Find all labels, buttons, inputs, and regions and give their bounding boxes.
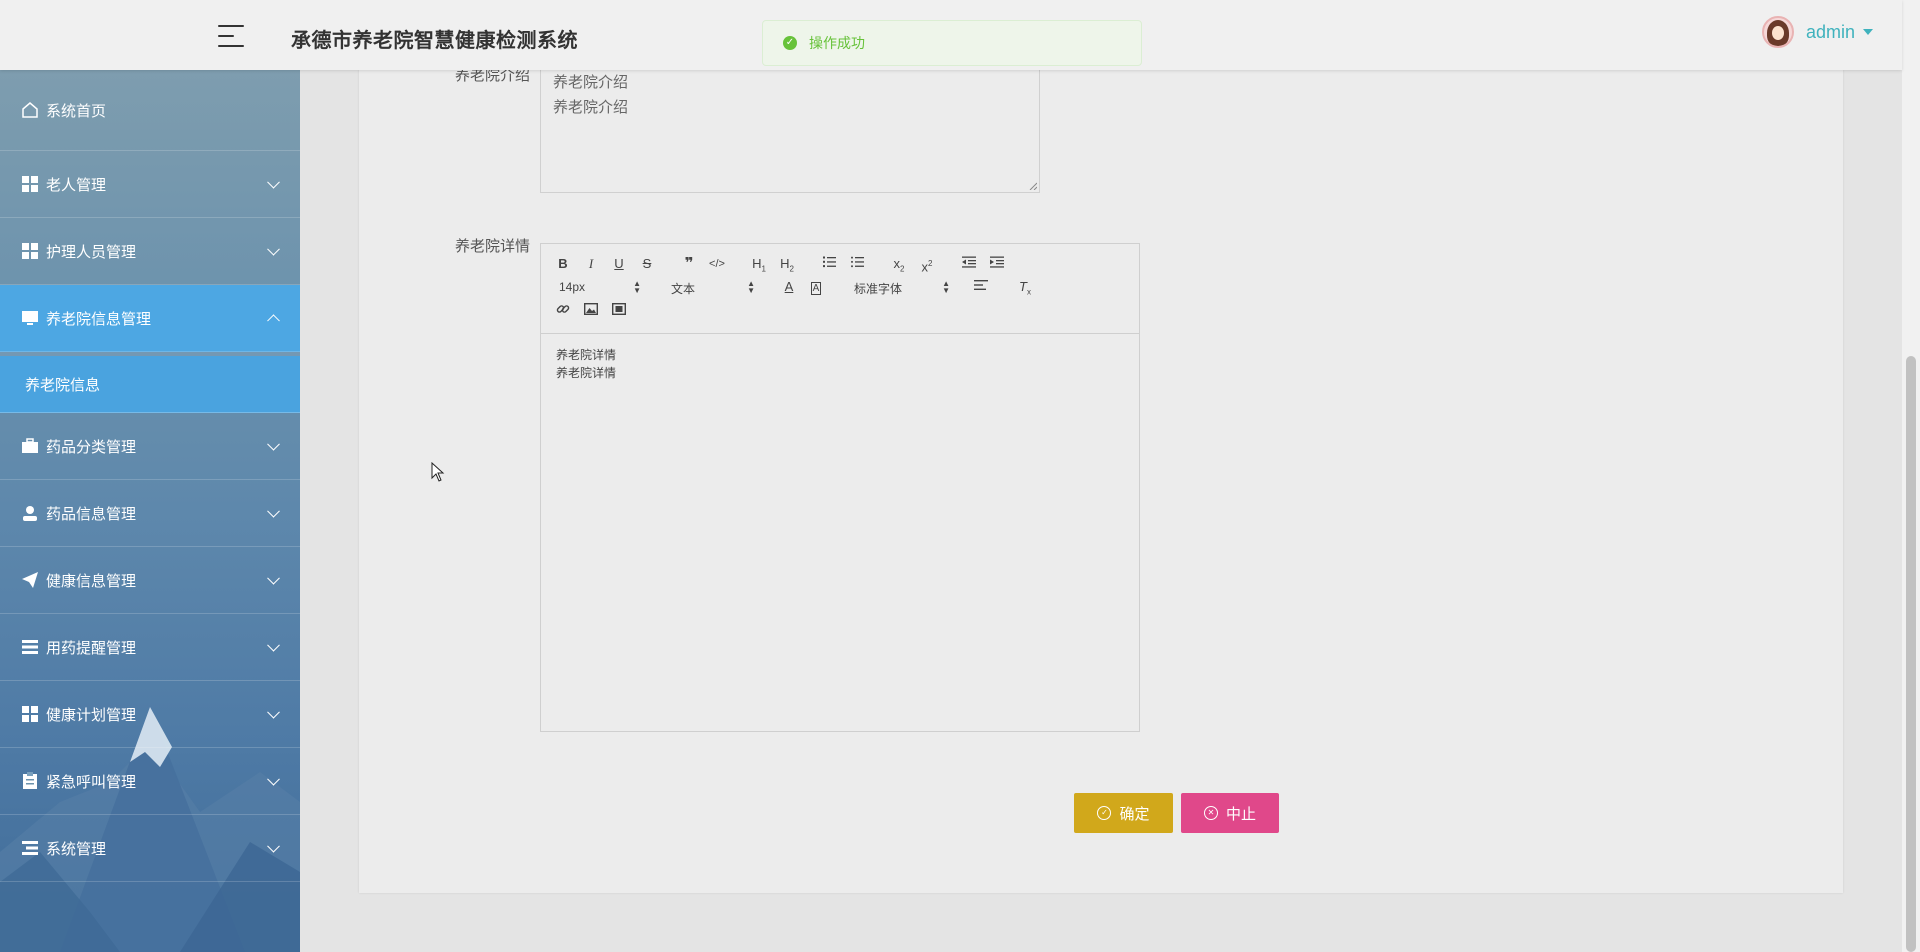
chevron-down-icon (267, 705, 280, 719)
rich-text-editor: B I U S ❞ </> H1 H2 x2 x2 14px ▲ ▼ 文本 ▲ ▼ … (540, 243, 1140, 732)
grid-icon (20, 704, 40, 724)
intro-textarea[interactable] (540, 65, 1040, 193)
chevron-down-icon (267, 437, 280, 451)
resize-grip-icon[interactable] (1029, 182, 1037, 190)
user-icon (20, 503, 40, 523)
cancel-label: 中止 (1225, 805, 1256, 823)
font-size-value: 14px (559, 280, 586, 294)
heading2-icon[interactable]: H2 (777, 255, 797, 274)
confirm-label: 确定 (1119, 805, 1150, 823)
link-icon[interactable] (553, 302, 573, 320)
hamburger-menu-icon[interactable] (218, 24, 246, 48)
editor-content[interactable]: 养老院详情 养老院详情 (541, 334, 1139, 394)
sidebar-subitem-nursing-home-info[interactable]: 养老院信息 (0, 356, 300, 413)
briefcase-icon (20, 436, 40, 456)
bold-icon[interactable]: B (553, 255, 573, 273)
sidebar-item-nursing-staff[interactable]: 护理人员管理 (0, 218, 300, 285)
detail-label: 养老院详情 (454, 238, 530, 255)
font-family-value: 标准字体 (854, 282, 903, 296)
indent-icon[interactable] (987, 255, 1007, 273)
underline-icon[interactable]: U (609, 255, 629, 273)
chevron-down-icon (267, 571, 280, 585)
strikethrough-icon[interactable]: S (637, 255, 657, 273)
italic-icon[interactable]: I (581, 255, 601, 273)
check-circle-icon: ✓ (783, 36, 797, 50)
sidebar-nav: 系统首页 老人管理 护理人员管理 养老院信息管理 养老院信息 药品分类管理 药品… (0, 70, 300, 882)
outdent-icon[interactable] (959, 255, 979, 273)
sidebar-item-label: 养老院信息管理 (46, 310, 152, 328)
grid-icon (20, 241, 40, 261)
check-circle-icon: ✓ (1097, 806, 1112, 820)
chevron-down-icon (267, 638, 280, 652)
grid-icon (20, 174, 40, 194)
close-circle-icon: ✕ (1203, 806, 1218, 820)
sidebar-item-label: 系统首页 (46, 102, 107, 120)
sidebar-item-medication-reminder[interactable]: 用药提醒管理 (0, 614, 300, 681)
page-scrollbar-thumb[interactable] (1906, 356, 1916, 952)
font-family-select[interactable]: 标准字体 ▲ ▼ (854, 280, 950, 297)
home-icon (20, 100, 40, 120)
sidebar-item-label: 健康计划管理 (46, 706, 137, 724)
blockquote-icon[interactable]: ❞ (679, 255, 699, 273)
align-left-icon[interactable] (971, 278, 991, 296)
chevron-down-icon (267, 504, 280, 518)
user-menu[interactable]: admin (1762, 16, 1874, 48)
chevron-down-icon (267, 175, 280, 189)
sidebar-item-nursing-home-info[interactable]: 养老院信息管理 (0, 285, 300, 352)
app-title: 承德市养老院智慧健康检测系统 (291, 30, 578, 52)
editor-paragraph: 养老院详情 (556, 348, 617, 362)
sidebar-item-health-plan[interactable]: 健康计划管理 (0, 681, 300, 748)
image-icon[interactable] (581, 302, 601, 320)
top-header: 承德市养老院智慧健康检测系统 ✓ 操作成功 admin (0, 0, 1902, 70)
cancel-button[interactable]: ✕ 中止 (1181, 793, 1279, 833)
sidebar-item-home[interactable]: 系统首页 (0, 70, 300, 151)
sidebar: 系统首页 老人管理 护理人员管理 养老院信息管理 养老院信息 药品分类管理 药品… (0, 70, 300, 952)
toast-message: 操作成功 (809, 35, 865, 51)
video-icon[interactable] (609, 302, 629, 320)
chevron-up-icon (267, 314, 280, 328)
sidebar-item-label: 紧急呼叫管理 (46, 773, 137, 791)
sidebar-item-drug-info[interactable]: 药品信息管理 (0, 480, 300, 547)
code-block-icon[interactable]: </> (707, 255, 727, 273)
block-format-select[interactable]: 文本 ▲ ▼ (671, 280, 755, 297)
sidebar-item-label: 老人管理 (46, 176, 107, 194)
sidebar-item-elder[interactable]: 老人管理 (0, 151, 300, 218)
avatar (1762, 16, 1794, 48)
chevron-down-icon (267, 839, 280, 853)
caret-down-icon (1863, 29, 1874, 35)
chevron-down-icon (267, 772, 280, 786)
menu-icon (20, 838, 40, 858)
bullet-list-icon[interactable] (847, 255, 867, 273)
sidebar-item-emergency-call[interactable]: 紧急呼叫管理 (0, 748, 300, 815)
clipboard-icon (20, 771, 40, 791)
font-color-icon[interactable]: A (779, 278, 799, 296)
sidebar-item-system[interactable]: 系统管理 (0, 815, 300, 882)
list-icon (20, 637, 40, 657)
success-toast: ✓ 操作成功 (762, 20, 1142, 66)
superscript-icon[interactable]: x2 (917, 255, 937, 274)
ordered-list-icon[interactable] (819, 255, 839, 273)
sidebar-item-label: 健康信息管理 (46, 572, 137, 590)
sidebar-item-label: 护理人员管理 (46, 243, 137, 261)
subscript-icon[interactable]: x2 (889, 255, 909, 274)
clear-format-icon[interactable]: Tx (1015, 278, 1035, 297)
sidebar-item-drug-category[interactable]: 药品分类管理 (0, 413, 300, 480)
editor-toolbar: B I U S ❞ </> H1 H2 x2 x2 14px ▲ ▼ 文本 ▲ ▼ … (541, 244, 1139, 334)
block-format-value: 文本 (671, 282, 696, 296)
sidebar-item-health-info[interactable]: 健康信息管理 (0, 547, 300, 614)
confirm-button[interactable]: ✓ 确定 (1074, 793, 1173, 833)
mouse-pointer-icon (431, 462, 445, 482)
background-color-icon[interactable]: A (806, 278, 826, 296)
chevron-down-icon (267, 242, 280, 256)
paper-plane-icon (20, 570, 40, 590)
sidebar-item-label: 系统管理 (46, 840, 107, 858)
sidebar-item-label: 药品分类管理 (46, 438, 137, 456)
sidebar-item-label: 用药提醒管理 (46, 639, 137, 657)
sidebar-item-label: 药品信息管理 (46, 505, 137, 523)
monitor-icon (20, 308, 40, 328)
heading1-icon[interactable]: H1 (749, 255, 769, 274)
font-size-select[interactable]: 14px ▲ ▼ (559, 280, 641, 296)
editor-paragraph: 养老院详情 (556, 366, 617, 380)
user-name: admin (1806, 21, 1856, 42)
